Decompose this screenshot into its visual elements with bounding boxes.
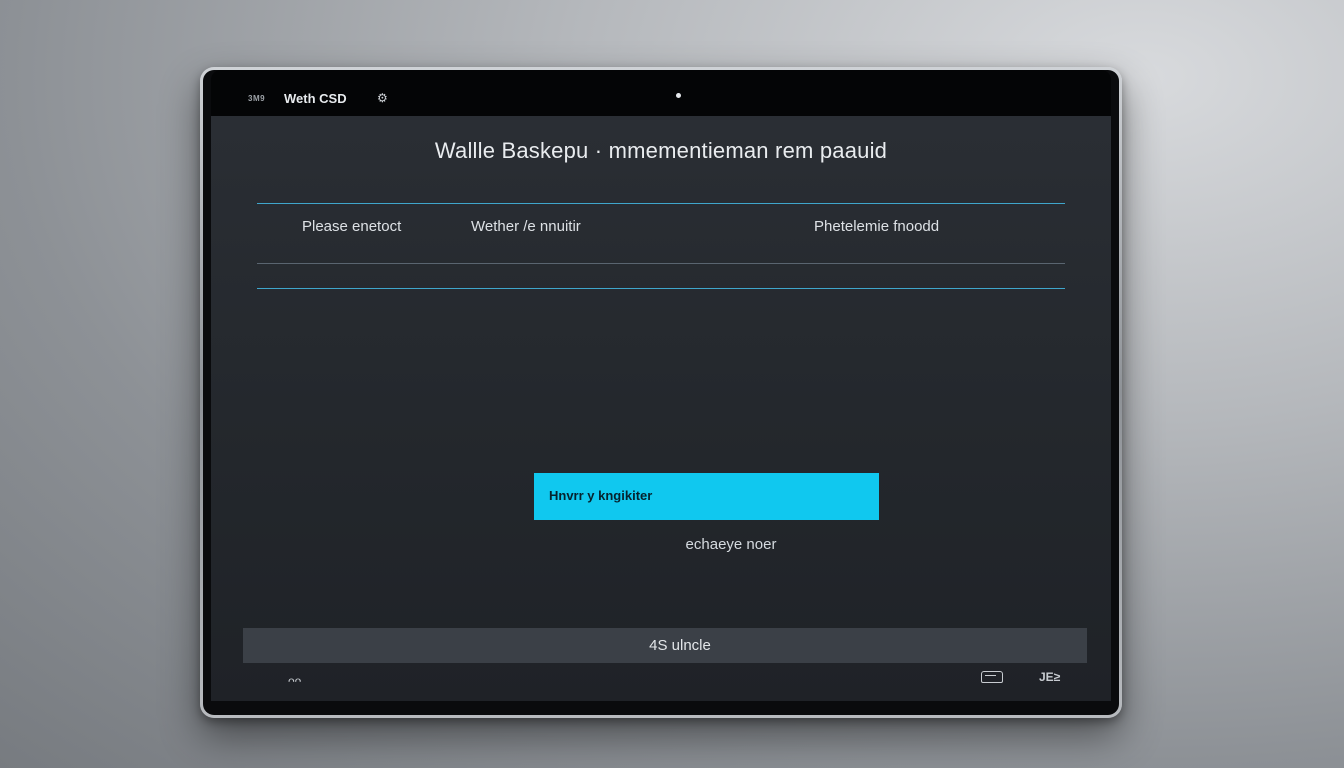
top-status-bar: 3M9 Weth CSD ⚙ bbox=[211, 70, 1111, 116]
page-title: Wallle Baskepu · mmementieman rem paauid bbox=[434, 138, 888, 163]
bottom-action-bar[interactable]: 4S ulncle bbox=[243, 628, 1087, 663]
column-label-3[interactable]: Phetelemie fnoodd bbox=[814, 218, 939, 235]
divider-top bbox=[257, 203, 1065, 204]
tablet-device: 3M9 Weth CSD ⚙ Wallle Baskepu · mmementi… bbox=[200, 67, 1122, 718]
camera-icon bbox=[676, 93, 681, 98]
link-icon[interactable]: ᴖᴖ bbox=[288, 674, 301, 688]
status-tiny-text: 3M9 bbox=[248, 94, 266, 103]
column-label-2[interactable]: Wether /e nnuitir bbox=[471, 218, 581, 235]
device-name: Weth CSD bbox=[284, 91, 347, 106]
device-bezel: 3M9 Weth CSD ⚙ Wallle Baskepu · mmementi… bbox=[203, 70, 1119, 715]
car-icon[interactable] bbox=[981, 671, 1003, 683]
keyboard-icon[interactable]: JE≥ bbox=[1039, 670, 1060, 684]
main-screen: Wallle Baskepu · mmementieman rem paauid… bbox=[211, 116, 1111, 701]
settings-icon[interactable]: ⚙ bbox=[377, 91, 388, 105]
primary-action-button[interactable]: Hnvrr y kngikiter bbox=[534, 473, 879, 520]
divider-bottom bbox=[257, 288, 1065, 289]
secondary-link[interactable]: echaeye noer bbox=[211, 536, 1111, 553]
column-label-1[interactable]: Please enetoct bbox=[302, 218, 401, 235]
divider-middle bbox=[257, 263, 1065, 264]
